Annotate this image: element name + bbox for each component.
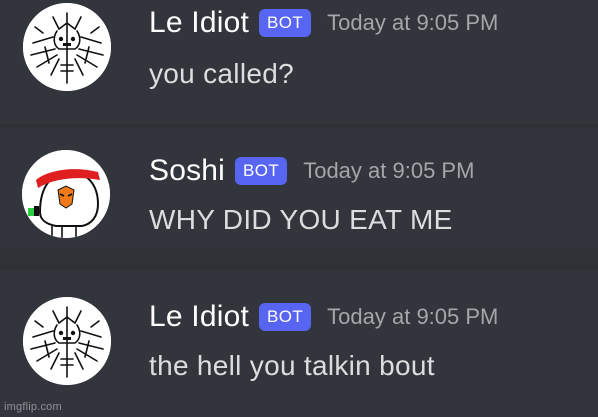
chat-message: Le Idiot BOT Today at 9:05 PM you called… [0, 0, 598, 124]
username[interactable]: Soshi [149, 154, 225, 188]
bot-tag: BOT [235, 157, 288, 185]
message-header: Soshi BOT Today at 9:05 PM [149, 154, 474, 188]
message-content: you called? [149, 58, 294, 89]
chat-message: Le Idiot BOT Today at 9:05 PM the hell y… [0, 270, 598, 417]
bot-tag: BOT [259, 303, 312, 331]
sketch-creature-avatar[interactable] [23, 297, 111, 385]
watermark: imgflip.com [4, 401, 62, 413]
bot-tag: BOT [259, 9, 312, 37]
message-content: the hell you talkin bout [149, 350, 435, 381]
message-timestamp: Today at 9:05 PM [303, 158, 475, 183]
message-timestamp: Today at 9:05 PM [327, 304, 499, 329]
chat-message: Soshi BOT Today at 9:05 PM WHY DID YOU E… [0, 128, 598, 248]
message-header: Le Idiot BOT Today at 9:05 PM [149, 6, 498, 40]
username[interactable]: Le Idiot [149, 300, 249, 334]
message-content: WHY DID YOU EAT ME [149, 204, 453, 235]
message-timestamp: Today at 9:05 PM [327, 10, 499, 35]
red-bandana-character-avatar[interactable] [22, 150, 110, 238]
username[interactable]: Le Idiot [149, 6, 249, 40]
sketch-creature-avatar[interactable] [23, 3, 111, 91]
background-strip [0, 248, 598, 270]
message-header: Le Idiot BOT Today at 9:05 PM [149, 300, 498, 334]
